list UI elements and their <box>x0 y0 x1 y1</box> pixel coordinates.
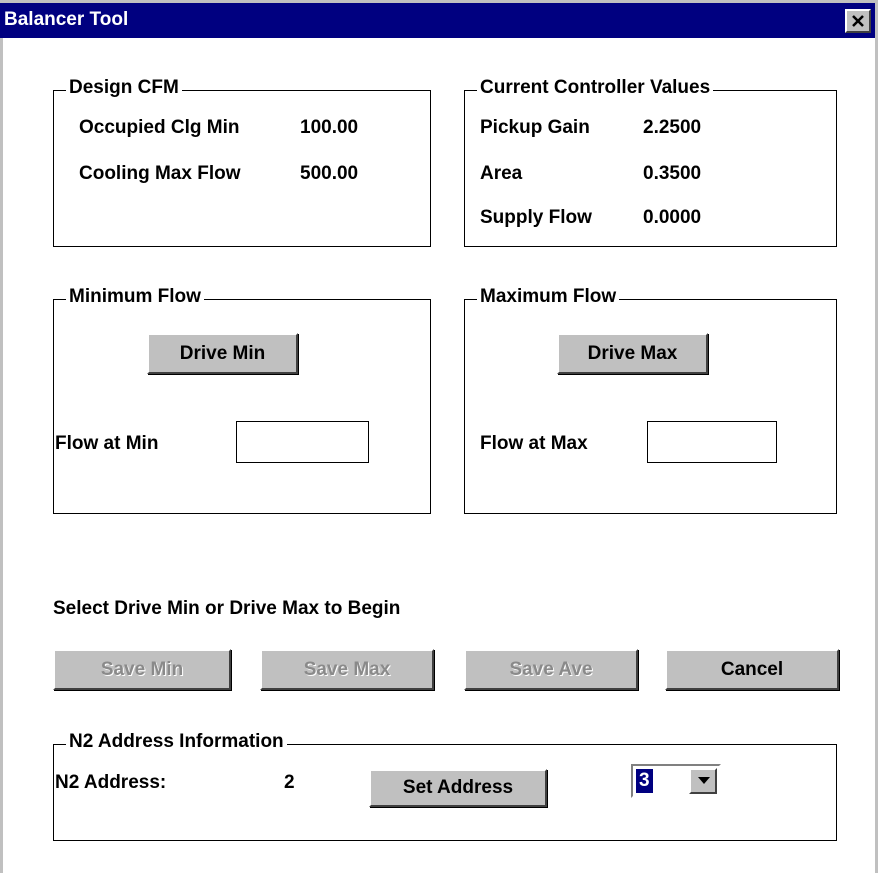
save-max-button[interactable]: Save Max <box>260 649 434 690</box>
window-title: Balancer Tool <box>4 9 129 30</box>
area-value: 0.3500 <box>643 163 702 184</box>
address-select-value: 3 <box>636 769 653 793</box>
minimum-flow-legend: Minimum Flow <box>66 286 204 308</box>
close-button[interactable] <box>845 9 871 33</box>
occupied-clg-min-value: 100.00 <box>300 117 359 138</box>
design-cfm-group: Design CFM Occupied Clg Min 100.00 Cooli… <box>53 77 431 247</box>
supply-flow-label: Supply Flow <box>480 207 592 228</box>
supply-flow-value: 0.0000 <box>643 207 702 228</box>
design-cfm-legend: Design CFM <box>66 77 182 99</box>
n2-address-value: 2 <box>284 772 295 793</box>
set-address-button[interactable]: Set Address <box>369 769 547 807</box>
save-min-button[interactable]: Save Min <box>53 649 231 690</box>
minimum-flow-group: Minimum Flow Drive Min Flow at Min <box>53 286 431 514</box>
controller-values-group: Current Controller Values Pickup Gain 2.… <box>464 77 837 247</box>
title-bar: Balancer Tool <box>0 0 878 38</box>
instruction-text: Select Drive Min or Drive Max to Begin <box>53 598 401 619</box>
flow-at-max-label: Flow at Max <box>480 433 588 454</box>
area-label: Area <box>480 163 523 184</box>
cooling-max-flow-value: 500.00 <box>300 163 359 184</box>
flow-at-max-field[interactable] <box>647 421 777 463</box>
close-icon <box>852 15 864 27</box>
chevron-down-icon <box>698 777 710 784</box>
controller-values-legend: Current Controller Values <box>477 77 714 99</box>
n2-address-legend: N2 Address Information <box>66 731 287 753</box>
n2-address-label: N2 Address: <box>55 772 167 793</box>
save-ave-button[interactable]: Save Ave <box>464 649 638 690</box>
flow-at-min-label: Flow at Min <box>55 433 159 454</box>
address-select-dropdown-button[interactable] <box>689 768 717 794</box>
window-left-border <box>0 38 3 873</box>
cancel-button[interactable]: Cancel <box>665 649 839 690</box>
maximum-flow-group: Maximum Flow Drive Max Flow at Max <box>464 286 837 514</box>
flow-at-min-field[interactable] <box>236 421 369 463</box>
occupied-clg-min-label: Occupied Clg Min <box>79 117 240 138</box>
cooling-max-flow-label: Cooling Max Flow <box>79 163 241 184</box>
pickup-gain-label: Pickup Gain <box>480 117 590 138</box>
drive-max-button[interactable]: Drive Max <box>557 333 708 374</box>
pickup-gain-value: 2.2500 <box>643 117 702 138</box>
address-select[interactable]: 3 <box>631 764 721 798</box>
maximum-flow-legend: Maximum Flow <box>477 286 620 308</box>
drive-min-button[interactable]: Drive Min <box>147 333 298 374</box>
